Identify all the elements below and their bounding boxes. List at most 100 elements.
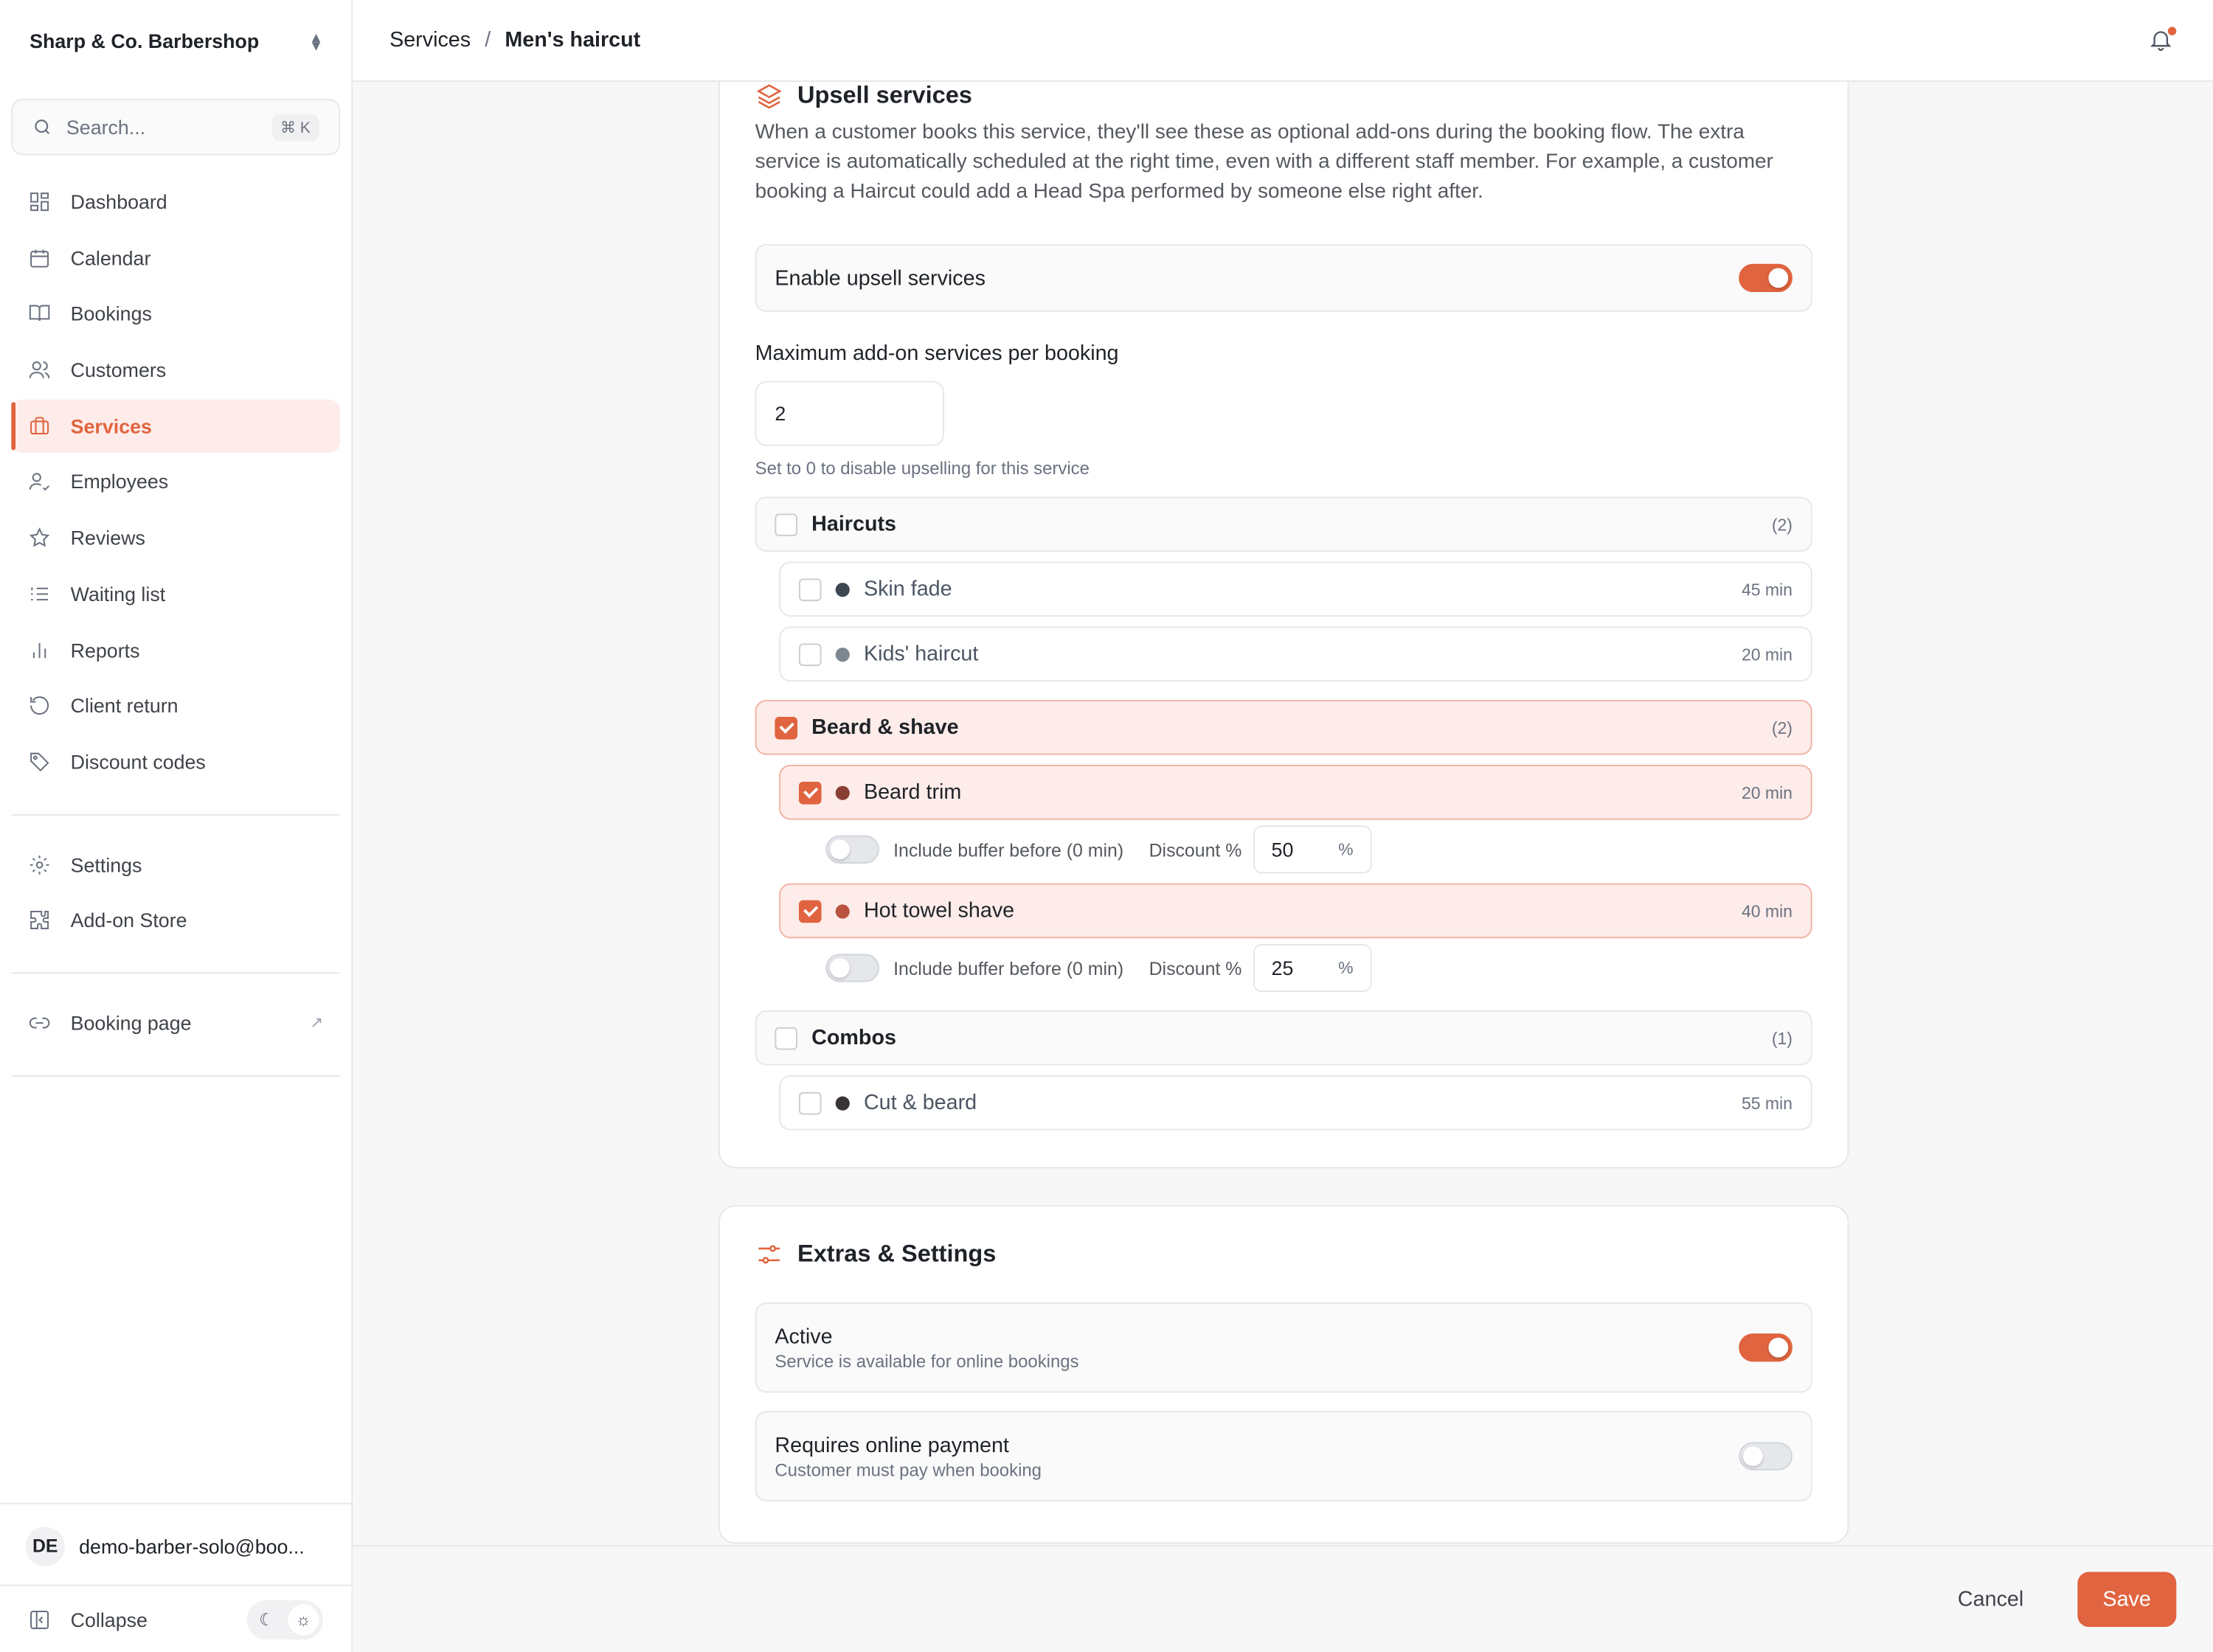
service-duration: 55 min [1741, 1092, 1793, 1113]
notification-dot [2167, 26, 2177, 35]
sidebar-secondary-nav: Settings Add-on Store [0, 838, 351, 950]
sidebar-item-services[interactable]: Services [11, 398, 341, 453]
collapse-button[interactable]: Collapse [71, 1608, 148, 1631]
group-checkbox[interactable] [775, 513, 798, 536]
sidebar-item-label: Add-on Store [70, 909, 187, 932]
sidebar-collapse-icon[interactable] [28, 1608, 51, 1631]
sidebar-item-employees[interactable]: Employees [11, 455, 340, 509]
service-color-dot [835, 903, 850, 918]
sidebar-item-reports[interactable]: Reports [11, 623, 340, 677]
sidebar-item-client-return[interactable]: Client return [11, 679, 340, 733]
service-name: Hot towel shave [863, 898, 1015, 923]
buffer-toggle[interactable] [825, 954, 879, 982]
cancel-button[interactable]: Cancel [1932, 1573, 2049, 1625]
group-count: (1) [1771, 1027, 1793, 1048]
group-checkbox[interactable] [775, 715, 798, 739]
breadcrumb-parent[interactable]: Services [389, 28, 471, 52]
service-checkbox[interactable] [798, 577, 822, 601]
service-name: Cut & beard [863, 1090, 977, 1115]
sidebar-item-discount-codes[interactable]: Discount codes [11, 735, 340, 789]
sidebar-item-customers[interactable]: Customers [11, 343, 340, 397]
active-text: Active Service is available for online b… [775, 1325, 1078, 1371]
sidebar-item-addon-store[interactable]: Add-on Store [11, 894, 340, 948]
service-skin-fade[interactable]: Skin fade 45 min [779, 561, 1812, 617]
link-icon [29, 1017, 50, 1029]
form-footer: Cancel Save [353, 1545, 2213, 1652]
user-menu[interactable]: DE demo-barber-solo@boo... [0, 1502, 352, 1566]
service-name: Kids' haircut [863, 642, 979, 667]
group-combos[interactable]: Combos (1) [755, 1010, 1812, 1066]
enable-upsell-row: Enable upsell services [755, 244, 1812, 312]
divider [11, 813, 341, 816]
sidebar-item-calendar[interactable]: Calendar [11, 231, 340, 285]
sidebar-item-waiting-list[interactable]: Waiting list [11, 567, 340, 621]
external-link-icon: ↗ [310, 1015, 324, 1032]
user-check-icon [29, 473, 50, 492]
discount-input[interactable]: 50 % [1253, 825, 1372, 874]
sun-icon[interactable]: ☼ [288, 1603, 319, 1635]
group-beard-shave[interactable]: Beard & shave (2) [755, 699, 1812, 755]
active-toggle[interactable] [1739, 1333, 1793, 1362]
sidebar-item-reviews[interactable]: Reviews [11, 511, 340, 565]
discount-input[interactable]: 25 % [1253, 943, 1372, 993]
sidebar-item-label: Client return [70, 694, 179, 718]
service-duration: 20 min [1741, 644, 1793, 664]
service-kids-haircut[interactable]: Kids' haircut 20 min [779, 626, 1812, 682]
upsell-description: When a customer books this service, they… [755, 121, 1773, 204]
content-scroll[interactable]: Upsell services When a customer books th… [353, 81, 2213, 1545]
star-icon [29, 527, 50, 547]
buffer-toggle[interactable] [825, 835, 879, 864]
payment-title: Requires online payment [775, 1432, 1009, 1457]
moon-icon[interactable]: ☾ [252, 1603, 283, 1634]
calendar-icon [30, 249, 49, 268]
briefcase-icon [30, 416, 49, 434]
upsell-title-row: Upsell services [755, 82, 1812, 110]
enable-upsell-toggle[interactable] [1739, 263, 1793, 293]
active-title: Active [775, 1324, 833, 1349]
discount-label: Discount % [1149, 957, 1242, 979]
org-switcher[interactable]: Sharp & Co. Barbershop ▴ ▾ [0, 0, 351, 82]
max-addons-hint: Set to 0 to disable upselling for this s… [755, 458, 1090, 479]
service-checkbox[interactable] [798, 642, 822, 666]
payment-subtitle: Customer must pay when booking [775, 1460, 1042, 1480]
notifications-button[interactable] [2148, 26, 2177, 54]
service-checkbox[interactable] [798, 781, 822, 804]
group-checkbox[interactable] [775, 1026, 798, 1049]
sidebar-item-label: Waiting list [70, 582, 166, 605]
service-cut-beard[interactable]: Cut & beard 55 min [779, 1075, 1812, 1131]
sidebar-item-settings[interactable]: Settings [11, 838, 340, 892]
sidebar-item-label: Employees [70, 470, 169, 493]
payment-toggle[interactable] [1739, 1442, 1793, 1471]
percent-suffix: % [1338, 839, 1354, 860]
service-color-dot [835, 1095, 850, 1110]
discount-label: Discount % [1149, 839, 1242, 861]
upsell-title: Upsell services [797, 81, 972, 109]
search-input[interactable]: Search... ⌘ K [11, 98, 341, 156]
group-name: Combos [811, 1025, 896, 1050]
sidebar-item-bookings[interactable]: Bookings [11, 287, 340, 341]
service-duration: 20 min [1741, 782, 1793, 802]
service-duration: 40 min [1741, 900, 1793, 921]
max-addons-input[interactable]: 2 [755, 381, 944, 446]
service-hot-towel-shave[interactable]: Hot towel shave 40 min [779, 883, 1812, 939]
sidebar-item-booking-page[interactable]: Booking page ↗ [11, 996, 340, 1050]
group-haircuts[interactable]: Haircuts (2) [755, 496, 1812, 552]
divider [11, 1075, 341, 1077]
chevron-up-down-icon: ▴ ▾ [311, 27, 321, 55]
group-name: Haircuts [811, 512, 897, 537]
service-beard-trim[interactable]: Beard trim 20 min [779, 765, 1812, 820]
puzzle-icon [30, 911, 49, 930]
payment-text: Requires online payment Customer must pa… [775, 1433, 1042, 1479]
org-name: Sharp & Co. Barbershop [30, 30, 260, 52]
service-checkbox[interactable] [798, 1091, 822, 1114]
sidebar-item-dashboard[interactable]: Dashboard [11, 175, 340, 229]
discount-value: 25 [1271, 957, 1294, 979]
service-options-hot-towel-shave: Include buffer before (0 min) Discount %… [825, 943, 1812, 993]
extras-card: Extras & Settings Active Service is avai… [718, 1204, 1849, 1544]
save-button[interactable]: Save [2077, 1572, 2177, 1628]
sidebar: Sharp & Co. Barbershop ▴ ▾ Search... ⌘ K … [0, 0, 353, 1652]
sidebar-item-label: Discount codes [70, 750, 206, 774]
service-checkbox[interactable] [798, 899, 822, 923]
main: Services / Men's haircut Upsell services… [353, 0, 2213, 1652]
enable-upsell-label: Enable upsell services [775, 266, 986, 291]
